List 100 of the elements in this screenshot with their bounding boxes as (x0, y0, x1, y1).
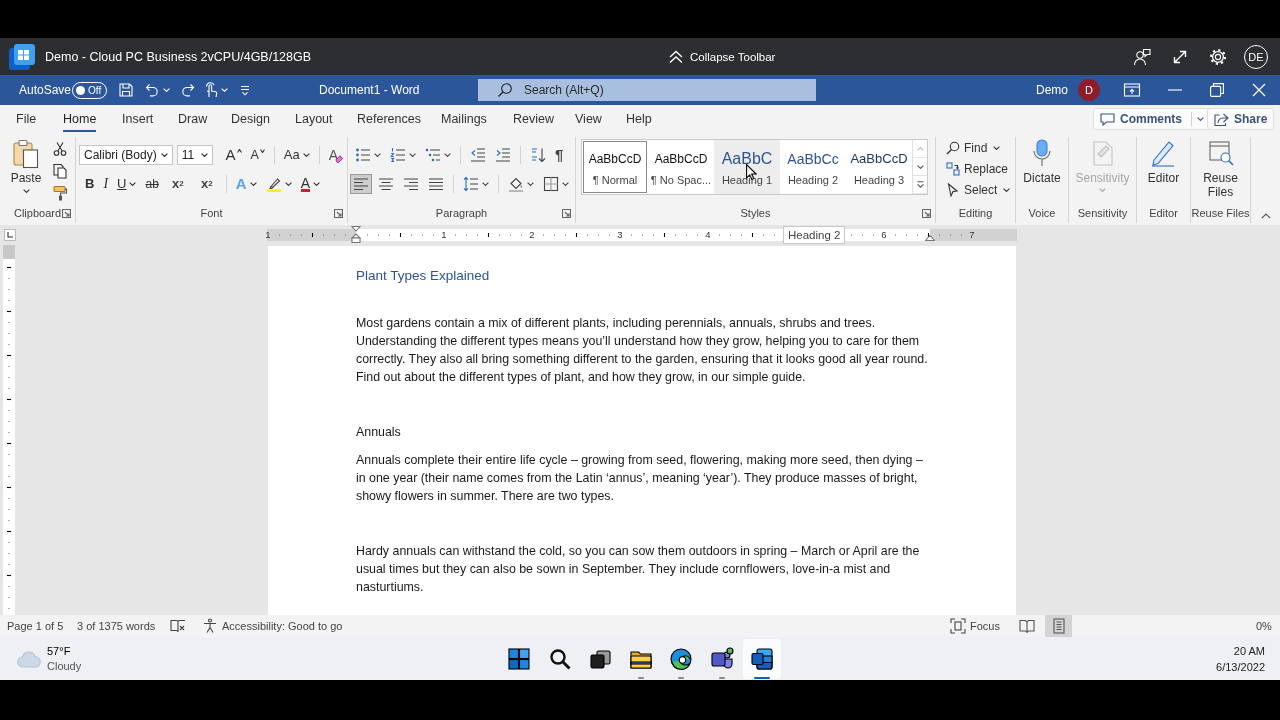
ruler-number: 4 (705, 229, 711, 241)
ruler-number: 2 (529, 229, 535, 241)
clock-date[interactable]: 6/13/2022 (1216, 658, 1265, 675)
ribbon-tab[interactable]: Design (225, 106, 276, 132)
word-count[interactable]: 3 of 1375 words (77, 618, 156, 634)
search-field[interactable]: Search (Alt+Q) (478, 79, 816, 101)
caret-icon (221, 88, 228, 92)
style-option[interactable]: AaBbCcD ¶ No Spac... (648, 140, 714, 194)
font-color-button[interactable]: A (297, 174, 323, 194)
ribbon-tab[interactable]: Insert (116, 106, 160, 132)
page-count[interactable]: Page 1 of 5 (7, 618, 64, 634)
lines-arrow-icon (239, 84, 251, 96)
ruler-number: 1 (441, 229, 447, 241)
clear-formatting-button[interactable]: A (325, 145, 347, 165)
ribbon-tab[interactable]: View (569, 106, 608, 132)
caret-icon (313, 182, 320, 186)
dialog-launcher-button[interactable] (562, 208, 571, 218)
ribbon-tab[interactable]: Draw (172, 106, 214, 132)
group-label: Editor (1149, 207, 1178, 219)
reuse-files-button[interactable]: Reuse Files (1195, 139, 1246, 199)
document-title: Plant Types Explained (356, 267, 491, 285)
replace-button[interactable]: Replace (946, 159, 1015, 179)
select-button[interactable]: Select (946, 180, 1015, 200)
bulleted-list-icon (355, 147, 371, 163)
weather-condition[interactable]: Cloudy (47, 658, 82, 674)
caret-icon (160, 153, 168, 157)
accessibility-button[interactable]: Accessibility: Good to go (202, 615, 343, 637)
collapse-toolbar-button[interactable]: Collapse Toolbar (664, 46, 780, 67)
settings-icon (1209, 47, 1227, 66)
group-label: Reuse Files (1191, 207, 1250, 219)
copy-button[interactable] (50, 161, 70, 181)
change-case-button[interactable]: Aa (280, 145, 313, 165)
weather-temperature[interactable]: 57°F (47, 643, 71, 659)
style-option[interactable]: AaBbC Heading 1 (714, 140, 780, 194)
close-icon (1252, 83, 1266, 97)
minimize-icon (1168, 89, 1182, 91)
group-label: Font (200, 207, 223, 219)
group-label: Styles (740, 207, 771, 219)
collapse-ribbon-button[interactable] (1260, 213, 1271, 219)
ribbon-display-button[interactable] (1122, 80, 1142, 100)
format-painter-button[interactable] (50, 183, 70, 203)
group-label: Paragraph (435, 207, 488, 219)
caret-down-icon (916, 164, 924, 169)
hand-pointer-icon (204, 82, 218, 98)
find-button[interactable]: Find (946, 138, 1015, 158)
touch-mode-button[interactable] (204, 80, 228, 100)
style-option[interactable]: AaBbCc Heading 2 (780, 140, 846, 194)
tooltip: Heading 2 (783, 226, 846, 244)
restore-button[interactable] (1207, 80, 1227, 100)
style-option[interactable]: AaBbCcD Heading 3 (846, 140, 912, 194)
save-button[interactable] (118, 80, 134, 100)
caret-icon (129, 182, 137, 186)
bold-button[interactable]: B (82, 174, 98, 194)
ribbon-tab[interactable]: Help (620, 106, 658, 132)
caret-icon (1099, 188, 1106, 192)
ribbon-tab[interactable]: References (351, 106, 427, 132)
strikethrough-button[interactable]: ab (142, 174, 162, 194)
ribbon-tab[interactable]: Layout (289, 106, 339, 132)
focus-button[interactable]: Focus (950, 615, 1000, 637)
dialog-launcher-button[interactable] (922, 208, 931, 218)
clock-time[interactable]: 20 AM (1233, 642, 1265, 659)
diagonal-arrows-icon (1172, 48, 1188, 65)
word-button[interactable] (743, 638, 781, 679)
dialog-launcher-button[interactable] (334, 208, 343, 218)
body-paragraph: Hardy annuals can withstand the cold, so you can sow them outdoors in spring – March or April are the usual times but they can also be sown in September. They include cornflowers, love-in-a mist and nasturtiums. (356, 543, 921, 596)
ruler-number: 7 (969, 229, 975, 241)
superscript-button[interactable]: x$^{2}$ (193, 174, 220, 194)
highlighter-icon (265, 176, 282, 192)
show-formatting-marks-button[interactable]: ¶ (552, 145, 567, 165)
cloud-pc-logo-icon (8, 42, 36, 71)
ribbon-tab[interactable]: Mailings (435, 106, 493, 132)
numbered-list-icon (390, 147, 406, 163)
user-avatar[interactable]: D (1078, 79, 1100, 101)
align-left-button[interactable] (350, 174, 372, 194)
font-size-field[interactable]: 11 (176, 145, 213, 165)
share-icon (1214, 112, 1229, 126)
underline-button[interactable]: U (114, 174, 140, 194)
accessibility-person-icon (202, 618, 218, 634)
paintbrush-icon (52, 185, 68, 201)
floppy-disk-icon (118, 82, 134, 98)
caret-icon (374, 153, 381, 157)
grow-font-button[interactable]: A (222, 145, 245, 165)
ribbon-tab[interactable]: File (10, 106, 43, 132)
ruler-number: 6 (881, 229, 887, 241)
font-name-field[interactable]: Calibri (Body) (79, 145, 173, 165)
comments-button[interactable]: Comments (1093, 108, 1211, 130)
focus-icon (950, 618, 966, 634)
caret-icon (1003, 188, 1011, 192)
replace-icon (946, 162, 960, 176)
dictate-button[interactable]: Dictate (1023, 139, 1061, 185)
shrink-font-button[interactable]: A (247, 145, 268, 165)
share-button[interactable]: Share (1207, 108, 1275, 130)
style-option[interactable]: AaBbCcD ¶ Normal (582, 140, 648, 194)
paste-button[interactable]: Paste (6, 139, 46, 203)
dialog-launcher-button[interactable] (62, 208, 71, 218)
group-label: Editing (958, 207, 993, 219)
italic-button[interactable]: I (100, 174, 112, 194)
ribbon-tab[interactable]: Review (507, 106, 560, 132)
editor-button[interactable]: Editor (1147, 139, 1180, 185)
autosave-label: AutoSave (19, 83, 72, 97)
